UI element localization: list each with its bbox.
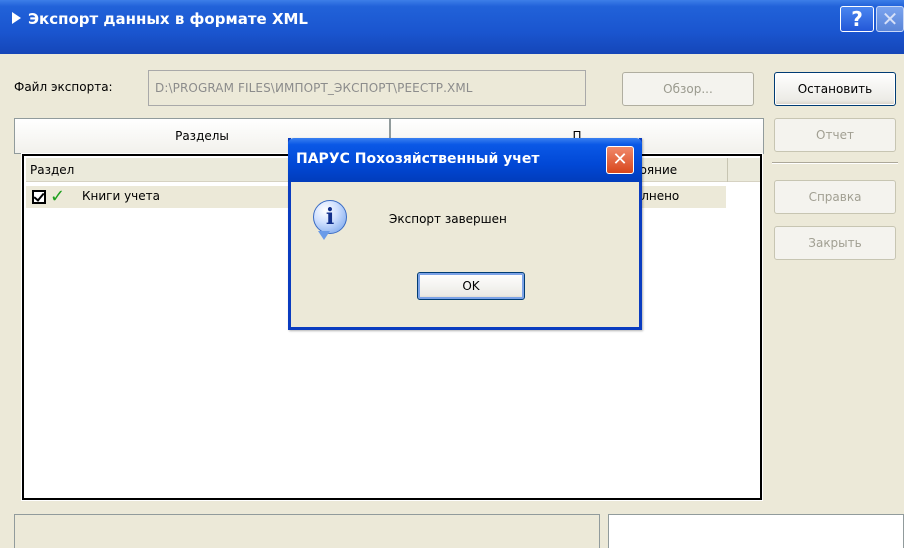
info-icon: i (313, 200, 347, 240)
message-box-close-button[interactable]: ✕ (606, 146, 634, 174)
help-button[interactable]: Справка (774, 180, 896, 214)
ok-button[interactable]: OK (417, 272, 525, 300)
close-button[interactable]: Закрыть (774, 226, 896, 260)
window-menu-icon[interactable] (12, 12, 21, 24)
export-file-field[interactable]: D:\PROGRAM FILES\ИМПОРТ_ЭКСПОРТ\РЕЕСТР.X… (148, 70, 586, 106)
stop-button[interactable]: Остановить (774, 72, 896, 106)
message-box-titlebar: ПАРУС Похозяйственный учет ✕ (288, 138, 642, 182)
button-separator (772, 162, 898, 164)
close-title-button[interactable]: ✕ (876, 6, 904, 32)
window-title: Экспорт данных в формате XML (28, 10, 308, 28)
checkmark-icon: ✓ (50, 186, 66, 207)
browse-button[interactable]: Обзор... (622, 72, 754, 106)
status-bar-right (608, 514, 904, 548)
message-box: ПАРУС Похозяйственный учет ✕ i Экспорт з… (288, 138, 642, 330)
report-button[interactable]: Отчет (774, 118, 896, 152)
row-section-name: Книги учета (82, 189, 160, 203)
message-box-title: ПАРУС Похозяйственный учет (296, 151, 540, 167)
row-checkbox[interactable] (32, 190, 46, 204)
help-title-button[interactable]: ? (840, 6, 874, 32)
export-file-label: Файл экспорта: (14, 80, 113, 94)
window-titlebar: Экспорт данных в формате XML ? ✕ (0, 0, 904, 54)
message-text: Экспорт завершен (389, 212, 507, 226)
status-bar-left (14, 514, 600, 548)
